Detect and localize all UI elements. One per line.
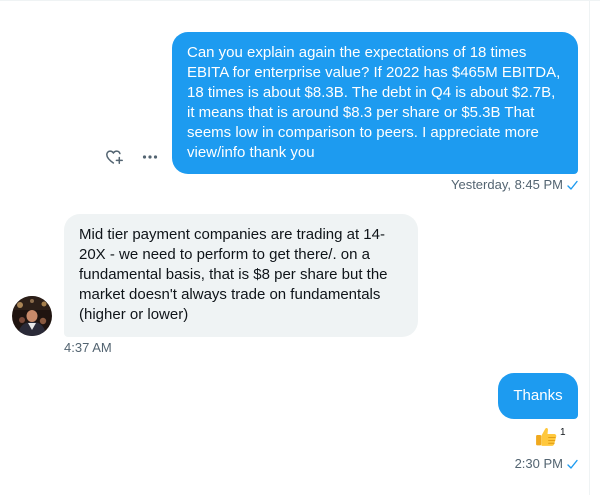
message-actions — [103, 146, 161, 168]
user-avatar[interactable] — [12, 296, 52, 336]
checkmark-icon — [567, 179, 578, 195]
more-options-icon[interactable] — [139, 146, 161, 168]
scrollbar-track — [589, 0, 590, 495]
message-reaction[interactable]: 1 — [534, 424, 566, 454]
heart-plus-icon[interactable] — [103, 146, 125, 168]
checkmark-icon — [567, 458, 578, 474]
incoming-message-bubble[interactable]: Mid tier payment companies are trading a… — [64, 214, 418, 337]
top-divider — [0, 0, 600, 1]
message-timestamp: Yesterday, 8:45 PM — [450, 177, 563, 192]
message-meta: Yesterday, 8:45 PM — [451, 177, 578, 195]
thumbs-up-icon — [534, 424, 559, 454]
outgoing-message-bubble[interactable]: Thanks — [498, 373, 578, 419]
message-meta: 2:30 PM — [515, 456, 578, 474]
message-timestamp: 4:37 AM — [64, 340, 112, 355]
outgoing-message-bubble[interactable]: Can you explain again the expectations o… — [172, 32, 578, 174]
message-timestamp: 2:30 PM — [514, 456, 563, 471]
reaction-count: 1 — [560, 427, 566, 438]
